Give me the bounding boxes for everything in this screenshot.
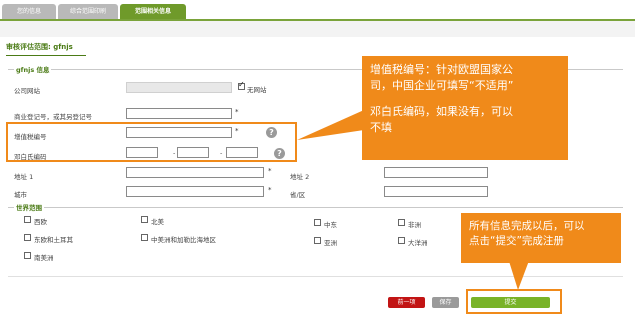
duns-label: 邓白氏编码 [14, 153, 47, 161]
region-checkbox[interactable] [141, 234, 148, 241]
address2-input[interactable] [384, 167, 488, 178]
region-checkbox[interactable] [314, 237, 321, 244]
required-star: * [235, 127, 239, 135]
no-website-label: 无网站 [247, 86, 267, 94]
prev-button[interactable]: 前一项 [388, 297, 425, 308]
vat-label: 增值税编号 [14, 133, 47, 141]
address2-label: 地址 2 [290, 173, 310, 181]
title-underline [6, 55, 86, 56]
callout-pointer [508, 258, 530, 290]
section-divider [8, 207, 623, 208]
region-checkbox[interactable] [141, 216, 148, 223]
tab-scope-info[interactable]: 范围相关信息 [120, 4, 186, 19]
help-icon[interactable]: ? [274, 148, 285, 159]
city-input[interactable] [126, 186, 264, 197]
city-label: 城市 [14, 191, 27, 199]
callout-text: 邓白氏编码，如果没有，可以 [370, 105, 513, 118]
region-label: 非洲 [408, 221, 421, 229]
duns-dash: - [173, 149, 176, 157]
callout-text: 司，中国企业可填写“不适用” [370, 79, 514, 92]
region-label: 北美 [151, 218, 164, 226]
required-star: * [268, 186, 272, 194]
address1-label: 地址 1 [14, 173, 34, 181]
checkmark-icon: ✓ [238, 80, 245, 89]
save-button[interactable]: 保存 [432, 297, 459, 308]
business-reg-label: 商业登记号，或其另登记号 [14, 113, 92, 121]
region-label: 南美洲 [34, 254, 54, 262]
world-scope-title: 世界范围 [14, 202, 44, 212]
region-checkbox[interactable] [24, 252, 31, 259]
region-label: 亚洲 [324, 239, 337, 247]
region-checkbox[interactable] [398, 219, 405, 226]
website-label: 公司网站 [14, 87, 40, 95]
tab-your-info[interactable]: 您的信息 [2, 4, 56, 19]
address1-input[interactable] [126, 167, 264, 178]
duns-input-1[interactable] [126, 147, 158, 158]
duns-dash: - [220, 149, 223, 157]
tab-scope-print[interactable]: 综合范围印刷 [58, 4, 118, 19]
region-checkbox[interactable] [398, 237, 405, 244]
callout-text: 点击“提交”完成注册 [469, 235, 564, 247]
website-input[interactable] [126, 82, 232, 93]
region-label: 东欧和土耳其 [34, 236, 73, 244]
callout-text: 增值税编号：针对欧盟国家公 [370, 63, 513, 76]
header-strip [0, 21, 635, 37]
business-reg-input[interactable] [126, 108, 232, 119]
region-label: 中美洲和加勒比海地区 [151, 236, 216, 244]
help-icon[interactable]: ? [266, 127, 277, 138]
duns-input-3[interactable] [226, 147, 258, 158]
province-input[interactable] [384, 186, 488, 197]
vat-input[interactable] [126, 127, 232, 138]
region-checkbox[interactable] [314, 219, 321, 226]
required-star: * [268, 167, 272, 175]
page-title: 审核评估范围: gfnjs [6, 43, 73, 51]
submit-button[interactable]: 提交 [471, 297, 550, 308]
company-section-title: gfnjs 信息 [14, 64, 52, 74]
submit-callout: 所有信息完成以后，可以 点击“提交”完成注册 [461, 213, 621, 263]
vat-duns-callout: 增值税编号：针对欧盟国家公 司，中国企业可填写“不适用” 邓白氏编码，如果没有，… [362, 56, 568, 160]
callout-pointer [297, 110, 364, 140]
region-label: 西欧 [34, 218, 47, 226]
region-label: 中东 [324, 221, 337, 229]
region-label: 大洋洲 [408, 239, 428, 247]
region-checkbox[interactable] [24, 216, 31, 223]
region-checkbox[interactable] [24, 234, 31, 241]
province-label: 省/区 [290, 191, 306, 199]
duns-input-2[interactable] [177, 147, 209, 158]
required-star: * [235, 108, 239, 116]
callout-text: 所有信息完成以后，可以 [469, 220, 585, 232]
callout-text: 不填 [370, 121, 392, 134]
